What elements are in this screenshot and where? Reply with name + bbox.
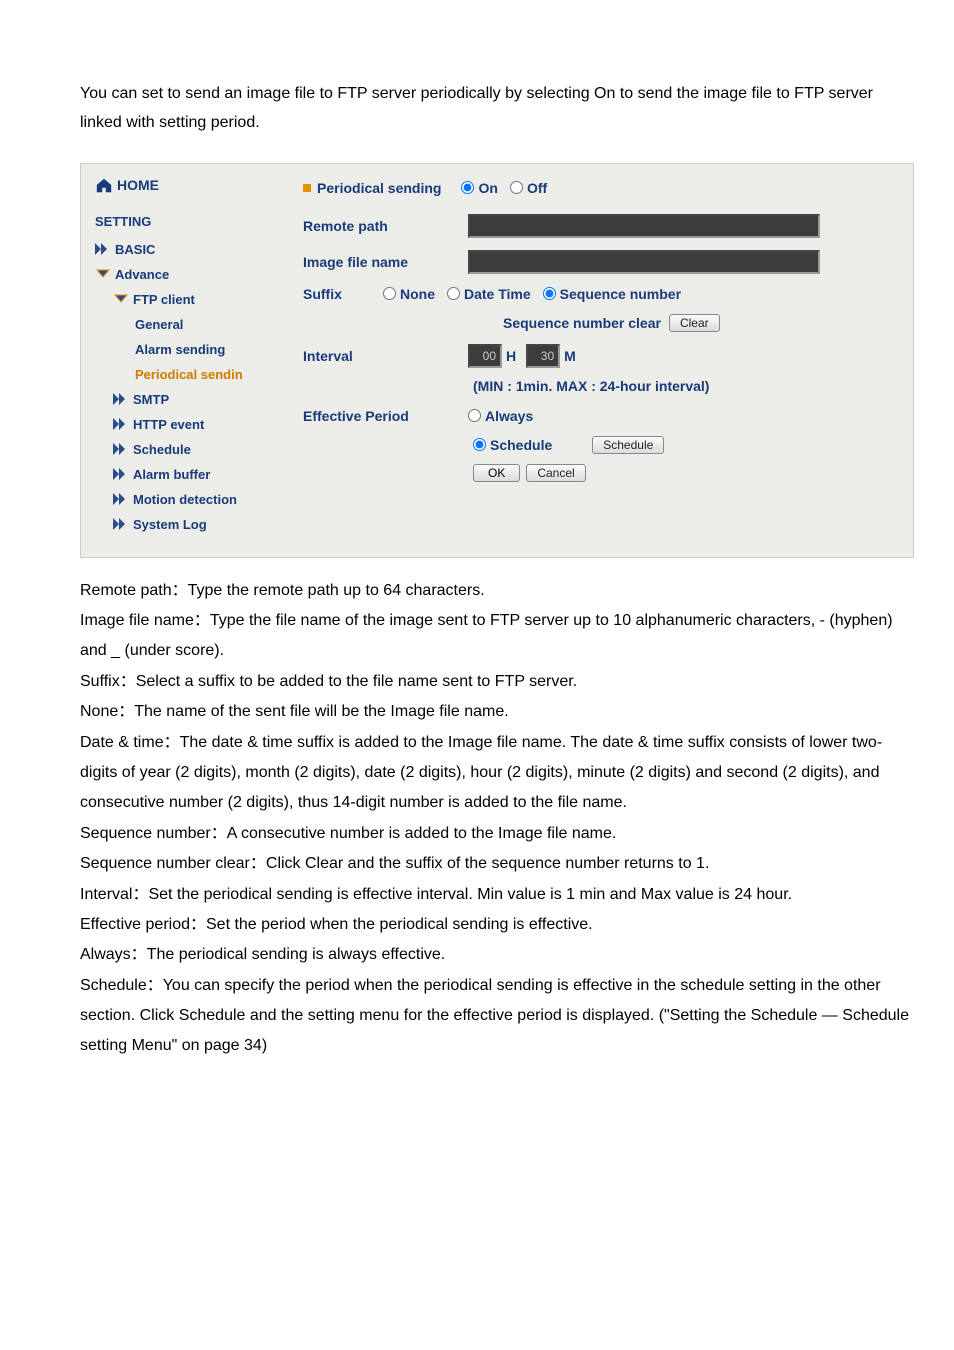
nav-basic-label: BASIC: [115, 242, 155, 257]
fast-forward-icon: [113, 518, 129, 530]
h-unit: H: [506, 348, 516, 364]
chevron-down-icon: [95, 268, 111, 280]
nav-motion-detection[interactable]: Motion detection: [91, 487, 291, 512]
nav-alarm-sending[interactable]: Alarm sending: [91, 337, 291, 362]
periodical-sending-label: Periodical sending: [317, 180, 441, 196]
intro-text: You can set to send an image file to FTP…: [80, 80, 914, 138]
desc-line: Sequence number clear：Click Clear and th…: [80, 849, 914, 879]
effective-period-label: Effective Period: [303, 408, 468, 424]
description-block: Remote path：Type the remote path up to 6…: [80, 576, 914, 1062]
interval-minutes-input[interactable]: [526, 344, 560, 368]
nav-smtp-label: SMTP: [133, 392, 169, 407]
bullet-icon: [303, 184, 311, 192]
nav-http-event-label: HTTP event: [133, 417, 204, 432]
radio-always[interactable]: [468, 409, 481, 422]
remote-path-row: Remote path: [303, 208, 901, 244]
desc-line: Suffix：Select a suffix to be added to th…: [80, 667, 914, 697]
image-file-name-input[interactable]: [468, 250, 820, 274]
cancel-button[interactable]: Cancel: [526, 464, 585, 482]
action-buttons-row: OK Cancel: [303, 460, 901, 488]
nav-system-log-label: System Log: [133, 517, 207, 532]
nav-general[interactable]: General: [91, 312, 291, 337]
interval-label: Interval: [303, 348, 468, 364]
nav-schedule-label: Schedule: [133, 442, 191, 457]
desc-line: Date & time：The date & time suffix is ad…: [80, 728, 914, 819]
radio-schedule[interactable]: [473, 438, 486, 451]
radio-none-label: None: [400, 286, 435, 302]
fast-forward-icon: [113, 468, 129, 480]
remote-path-label: Remote path: [303, 218, 468, 234]
nav-ftp-client-label: FTP client: [133, 292, 195, 307]
desc-line: Effective period：Set the period when the…: [80, 910, 914, 940]
nav-motion-detection-label: Motion detection: [133, 492, 237, 507]
m-unit: M: [564, 348, 576, 364]
nav-alarm-buffer-label: Alarm buffer: [133, 467, 210, 482]
nav-advance[interactable]: Advance: [91, 262, 291, 287]
desc-line: Remote path：Type the remote path up to 6…: [80, 576, 914, 606]
nav-smtp[interactable]: SMTP: [91, 387, 291, 412]
radio-date-time[interactable]: [447, 287, 460, 300]
fast-forward-icon: [95, 243, 111, 255]
schedule-button[interactable]: Schedule: [592, 436, 664, 454]
radio-sequence-number[interactable]: [543, 287, 556, 300]
suffix-row: Suffix None Date Time Sequence number: [303, 280, 901, 308]
radio-always-label: Always: [485, 408, 533, 424]
config-panel: HOME SETTING BASIC Advance FTP client: [80, 163, 914, 558]
sequence-number-clear-label: Sequence number clear: [503, 315, 661, 331]
fast-forward-icon: [113, 393, 129, 405]
fast-forward-icon: [113, 443, 129, 455]
chevron-down-icon: [113, 293, 129, 305]
radio-schedule-label: Schedule: [490, 437, 552, 453]
sequence-clear-row: Sequence number clear Clear: [303, 308, 901, 338]
desc-line: Always：The periodical sending is always …: [80, 940, 914, 970]
nav-periodical-sending[interactable]: Periodical sendin: [91, 362, 291, 387]
nav-basic[interactable]: BASIC: [91, 237, 291, 262]
radio-off-label: Off: [527, 180, 547, 196]
nav-system-log[interactable]: System Log: [91, 512, 291, 537]
sidebar: HOME SETTING BASIC Advance FTP client: [81, 164, 291, 557]
radio-on-label: On: [478, 180, 497, 196]
radio-off[interactable]: [510, 181, 523, 194]
image-file-name-row: Image file name: [303, 244, 901, 280]
fast-forward-icon: [113, 418, 129, 430]
radio-none[interactable]: [383, 287, 396, 300]
radio-on[interactable]: [461, 181, 474, 194]
interval-row: Interval H M: [303, 338, 901, 374]
home-label: HOME: [117, 177, 159, 193]
image-file-name-label: Image file name: [303, 254, 468, 270]
desc-line: Image file name：Type the file name of th…: [80, 606, 914, 667]
main-pane: Periodical sending On Off Remote path Im…: [291, 164, 913, 557]
nav-http-event[interactable]: HTTP event: [91, 412, 291, 437]
setting-heading: SETTING: [91, 214, 291, 229]
periodical-sending-row: Periodical sending On Off: [303, 174, 901, 202]
desc-line: None：The name of the sent file will be t…: [80, 697, 914, 727]
ok-button[interactable]: OK: [473, 464, 520, 482]
nav-advance-label: Advance: [115, 267, 169, 282]
fast-forward-icon: [113, 493, 129, 505]
nav-ftp-client[interactable]: FTP client: [91, 287, 291, 312]
home-icon: [95, 176, 113, 194]
nav-alarm-buffer[interactable]: Alarm buffer: [91, 462, 291, 487]
desc-line: Sequence number：A consecutive number is …: [80, 819, 914, 849]
nav-schedule[interactable]: Schedule: [91, 437, 291, 462]
effective-schedule-row: Schedule Schedule: [303, 430, 901, 460]
effective-period-row: Effective Period Always: [303, 402, 901, 430]
clear-button[interactable]: Clear: [669, 314, 720, 332]
interval-hours-input[interactable]: [468, 344, 502, 368]
desc-line: Schedule：You can specify the period when…: [80, 971, 914, 1062]
desc-line: Interval：Set the periodical sending is e…: [80, 880, 914, 910]
suffix-label: Suffix: [303, 286, 383, 302]
radio-date-time-label: Date Time: [464, 286, 531, 302]
home-link[interactable]: HOME: [91, 176, 291, 194]
interval-hint: (MIN : 1min. MAX : 24-hour interval): [303, 378, 901, 394]
remote-path-input[interactable]: [468, 214, 820, 238]
radio-sequence-number-label: Sequence number: [560, 286, 681, 302]
